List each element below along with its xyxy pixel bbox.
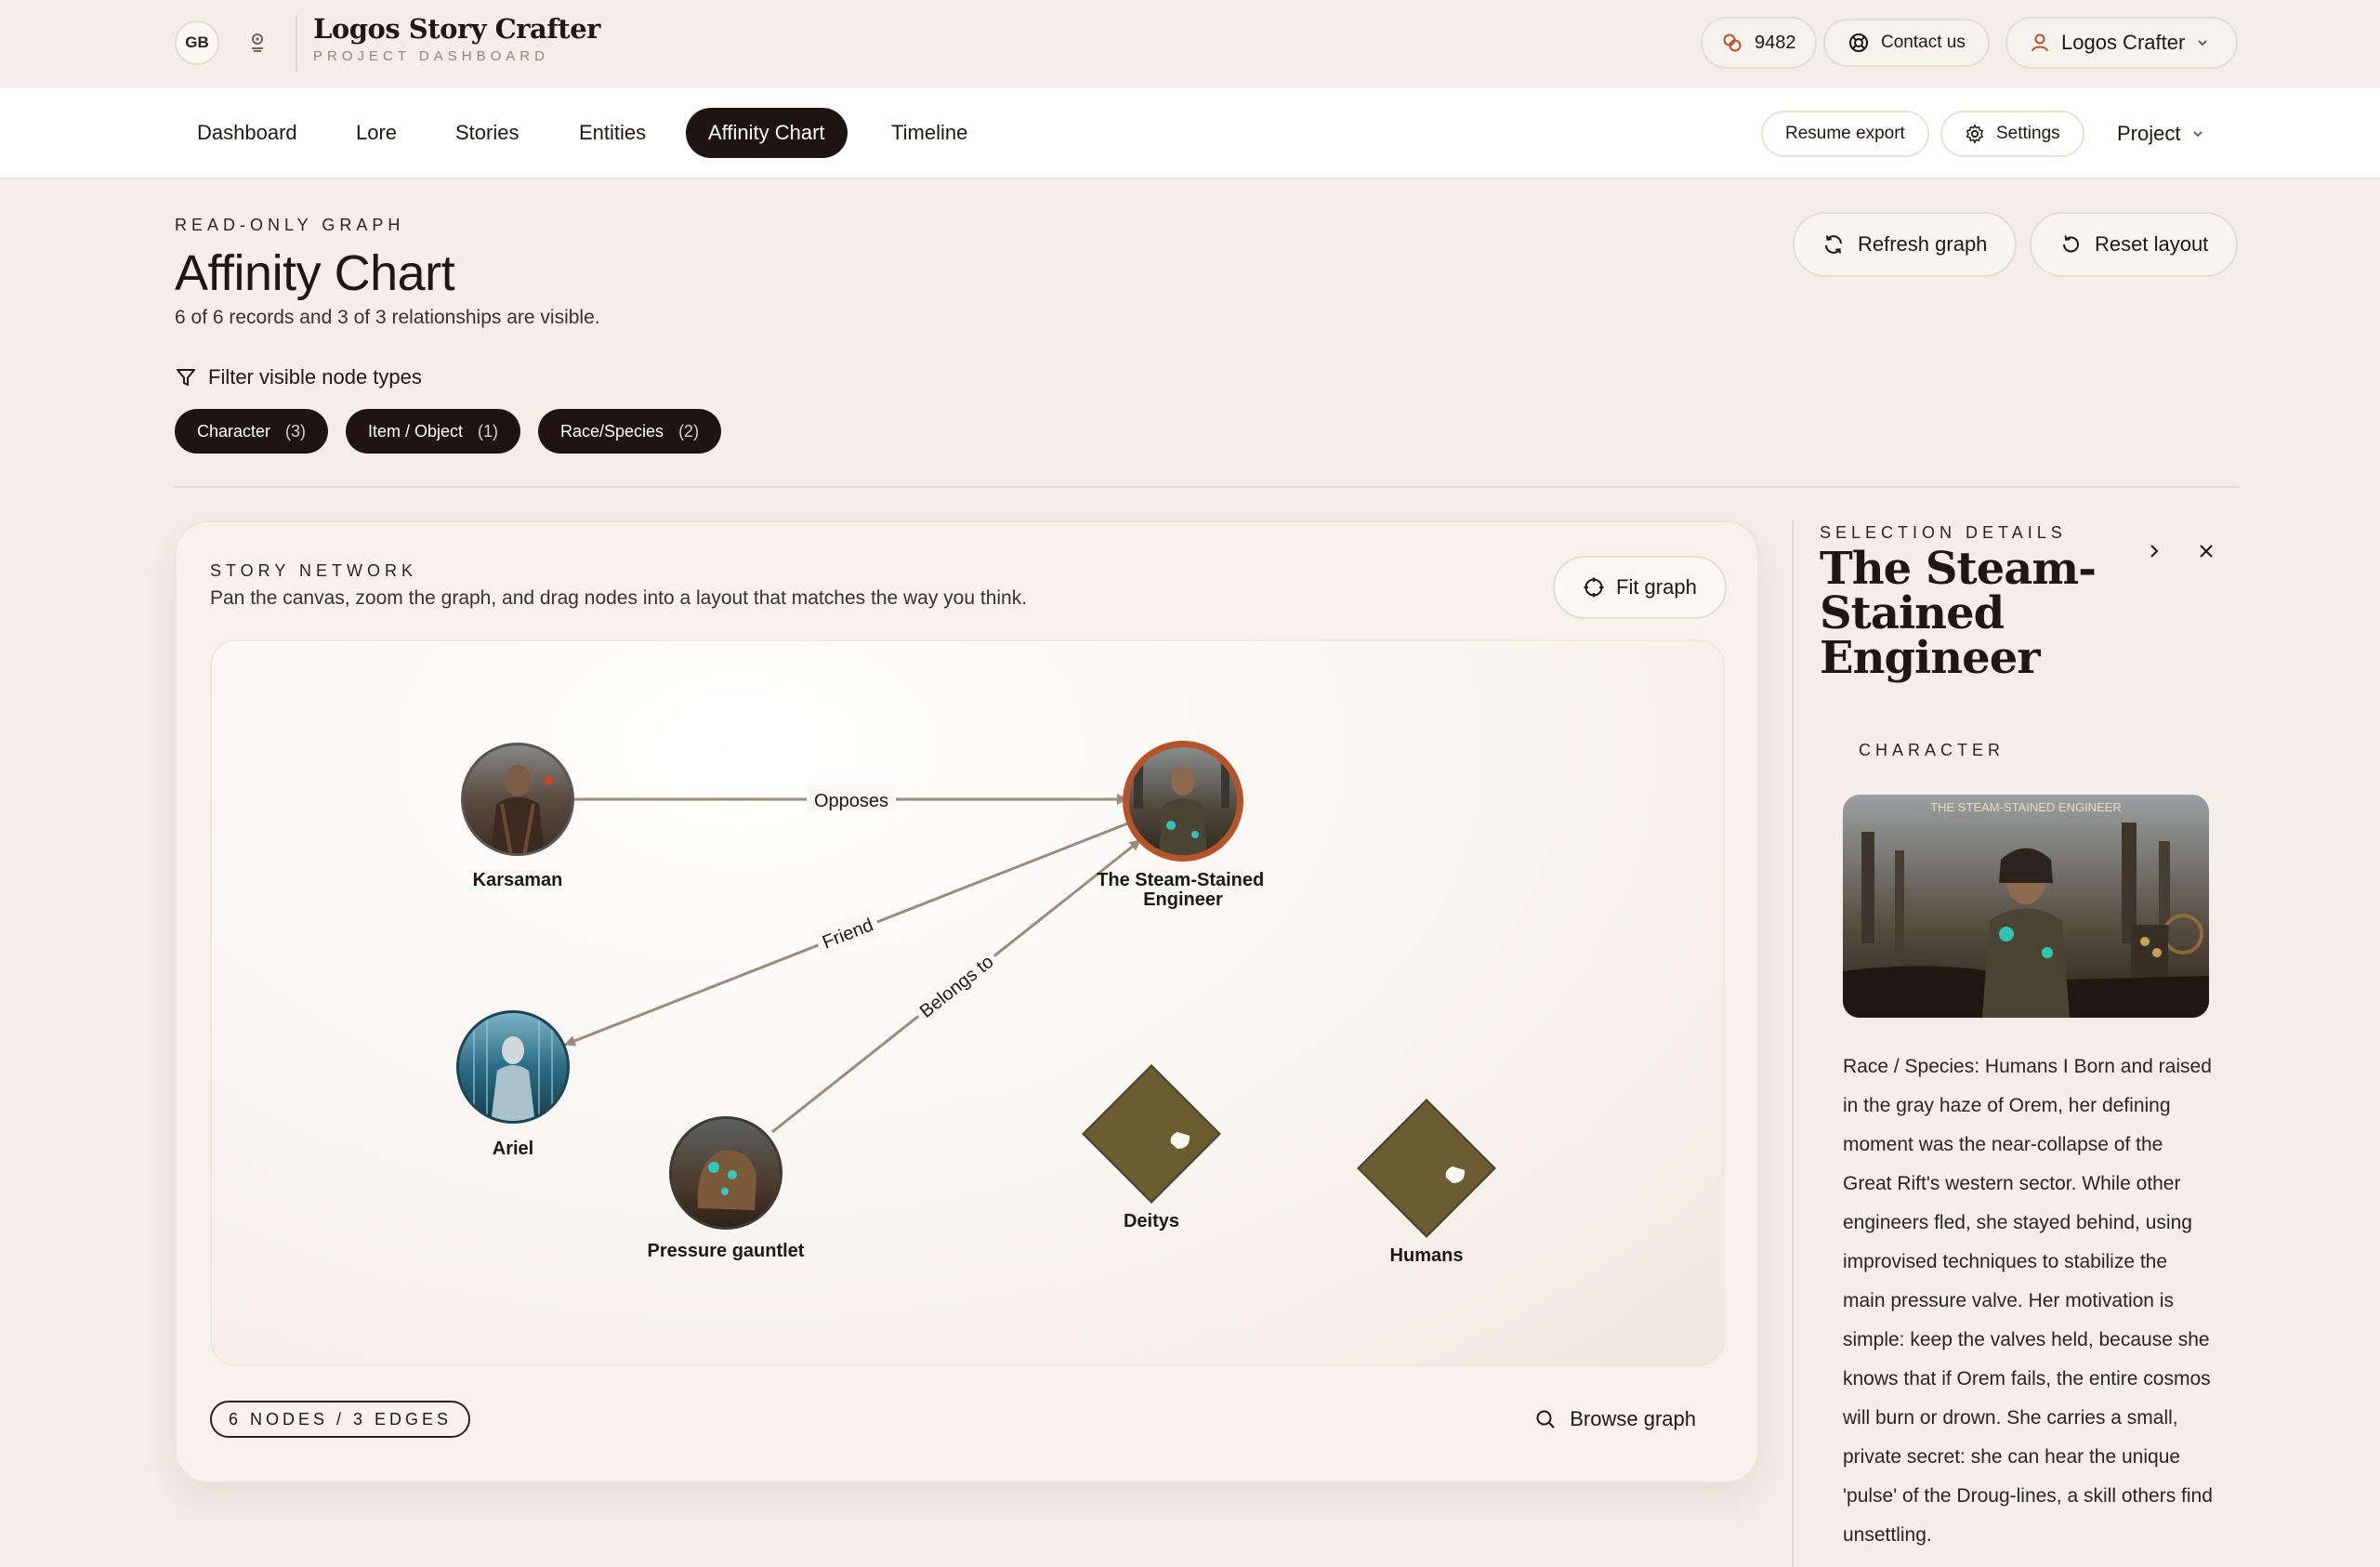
panel-divider <box>1792 520 1794 1567</box>
node-label: The Steam-Stained Engineer <box>1097 870 1269 910</box>
nav-lore[interactable]: Lore <box>334 108 419 158</box>
search-icon <box>1536 1410 1555 1429</box>
details-portrait: THE STEAM-STAINED ENGINEER <box>1843 795 2209 1018</box>
close-button[interactable] <box>2191 536 2221 566</box>
graph-svg[interactable]: Opposes Friend Belongs to Karsaman The S… <box>212 641 1725 1366</box>
filter-chip-race-species[interactable]: Race/Species (2) <box>538 409 722 454</box>
nav-entities[interactable]: Entities <box>557 108 668 158</box>
settings-button[interactable]: Settings <box>1940 111 2084 157</box>
credits-badge[interactable]: 9482 <box>1701 17 1817 69</box>
brand-subtitle: PROJECT DASHBOARD <box>313 48 549 64</box>
node-label: Karsaman <box>473 870 563 890</box>
filter-label: Filter visible node types <box>175 365 422 389</box>
contact-button[interactable]: Contact us <box>1823 19 1990 67</box>
chevron-down-icon <box>2198 40 2208 46</box>
graph-node-ariel[interactable]: Ariel <box>456 1010 570 1159</box>
brand-logo-icon <box>252 33 263 52</box>
lifebuoy-icon <box>1849 33 1868 52</box>
details-title: The Steam-Stained Engineer <box>1820 543 2097 684</box>
page-subtitle: 6 of 6 records and 3 of 3 relationships … <box>175 307 600 328</box>
story-network-card: STORY NETWORK Pan the canvas, zoom the g… <box>175 520 1759 1483</box>
nav-timeline[interactable]: Timeline <box>869 108 990 158</box>
graph-node-pressure-gauntlet[interactable]: Pressure gauntlet <box>648 1116 805 1261</box>
graph-node-humans[interactable]: Humans <box>1357 1099 1496 1266</box>
graph-node-deitys[interactable]: Deitys <box>1082 1064 1221 1231</box>
graph-node-karsaman[interactable]: Karsaman <box>461 743 574 890</box>
next-button[interactable] <box>2139 536 2169 566</box>
filter-chip-item-object[interactable]: Item / Object (1) <box>346 409 521 454</box>
gear-icon <box>1966 124 1984 144</box>
node-label: Pressure gauntlet <box>648 1241 805 1261</box>
refresh-graph-label: Refresh graph <box>1858 232 1988 256</box>
edge-label: Opposes <box>814 791 888 811</box>
nav-stories[interactable]: Stories <box>433 108 541 158</box>
portrait-image: THE STEAM-STAINED ENGINEER <box>1843 795 2209 1018</box>
node-label: Deitys <box>1124 1211 1179 1231</box>
reset-layout-label: Reset layout <box>2095 232 2209 256</box>
filter-chip-count: (2) <box>678 421 700 441</box>
main-nav: Dashboard Lore Stories Entities Affinity… <box>0 88 2380 179</box>
user-menu[interactable]: Logos Crafter <box>2005 17 2238 69</box>
portrait-caption: THE STEAM-STAINED ENGINEER <box>1930 800 2122 814</box>
settings-label: Settings <box>1996 124 2060 143</box>
reset-layout-button[interactable]: Reset layout <box>2030 212 2239 277</box>
filter-chip-label: Character <box>197 421 271 441</box>
network-description: Pan the canvas, zoom the graph, and drag… <box>210 587 1028 609</box>
refresh-icon <box>1825 235 1842 254</box>
nav-dashboard[interactable]: Dashboard <box>175 108 320 158</box>
node-label-line: Engineer <box>1143 889 1223 910</box>
brand-title: Logos Story Crafter <box>313 13 600 45</box>
top-header: GB Logos Story Crafter PROJECT DASHBOARD… <box>0 0 2380 88</box>
node-label: Ariel <box>493 1139 533 1159</box>
edge-label: Belongs to <box>916 952 998 1022</box>
graph-edge-friend[interactable]: Friend <box>564 821 1131 1047</box>
fit-graph-label: Fit graph <box>1616 575 1697 599</box>
reset-icon <box>2063 235 2079 253</box>
user-name: Logos Crafter <box>2061 31 2186 54</box>
refresh-graph-button[interactable]: Refresh graph <box>1793 212 2018 277</box>
crosshair-icon <box>1584 577 1604 598</box>
filter-label-text: Filter visible node types <box>208 365 422 388</box>
page-title: Affinity Chart <box>175 245 455 301</box>
network-eyebrow: STORY NETWORK <box>210 561 418 580</box>
brand-divider <box>296 15 297 72</box>
project-menu[interactable]: Project <box>2093 111 2229 157</box>
graph-edge-opposes[interactable]: Opposes <box>573 784 1128 812</box>
browse-graph-button[interactable]: Browse graph <box>1534 1401 1696 1438</box>
graph-edge-belongs-to[interactable]: Belongs to <box>771 838 1141 1134</box>
details-description: Race / Species: Humans I Born and raised… <box>1843 1056 2213 1546</box>
section-divider <box>175 486 2239 488</box>
node-label: Humans <box>1390 1245 1464 1266</box>
filter-chip-character[interactable]: Character (3) <box>175 409 329 454</box>
contact-label: Contact us <box>1881 33 1966 52</box>
avatar[interactable]: GB <box>175 20 219 65</box>
chevron-right-icon <box>2150 545 2159 558</box>
close-icon <box>2200 545 2213 558</box>
project-label: Project <box>2117 122 2181 145</box>
nav-affinity-chart[interactable]: Affinity Chart <box>686 108 848 158</box>
resume-export-button[interactable]: Resume export <box>1761 111 1929 157</box>
chevron-down-icon <box>2193 131 2203 138</box>
node-label-line: The Steam-Stained <box>1097 870 1264 890</box>
filter-chip-label: Race/Species <box>560 421 664 441</box>
filter-icon <box>177 369 195 386</box>
credits-value: 9482 <box>1755 32 1796 53</box>
details-type: CHARACTER <box>1859 741 2005 759</box>
filter-chip-label: Item / Object <box>368 421 464 441</box>
details-eyebrow: SELECTION DETAILS <box>1820 523 2067 542</box>
user-icon <box>2032 33 2048 52</box>
coins-icon <box>1723 33 1742 52</box>
graph-count-badge: 6 NODES / 3 EDGES <box>210 1401 471 1438</box>
filter-chip-count: (3) <box>285 421 307 441</box>
graph-canvas[interactable]: Opposes Friend Belongs to Karsaman The S… <box>210 639 1725 1366</box>
browse-graph-label: Browse graph <box>1570 1407 1696 1430</box>
page-eyebrow: READ-ONLY GRAPH <box>175 216 405 234</box>
fit-graph-button[interactable]: Fit graph <box>1553 556 1727 619</box>
filter-chip-count: (1) <box>478 421 499 441</box>
